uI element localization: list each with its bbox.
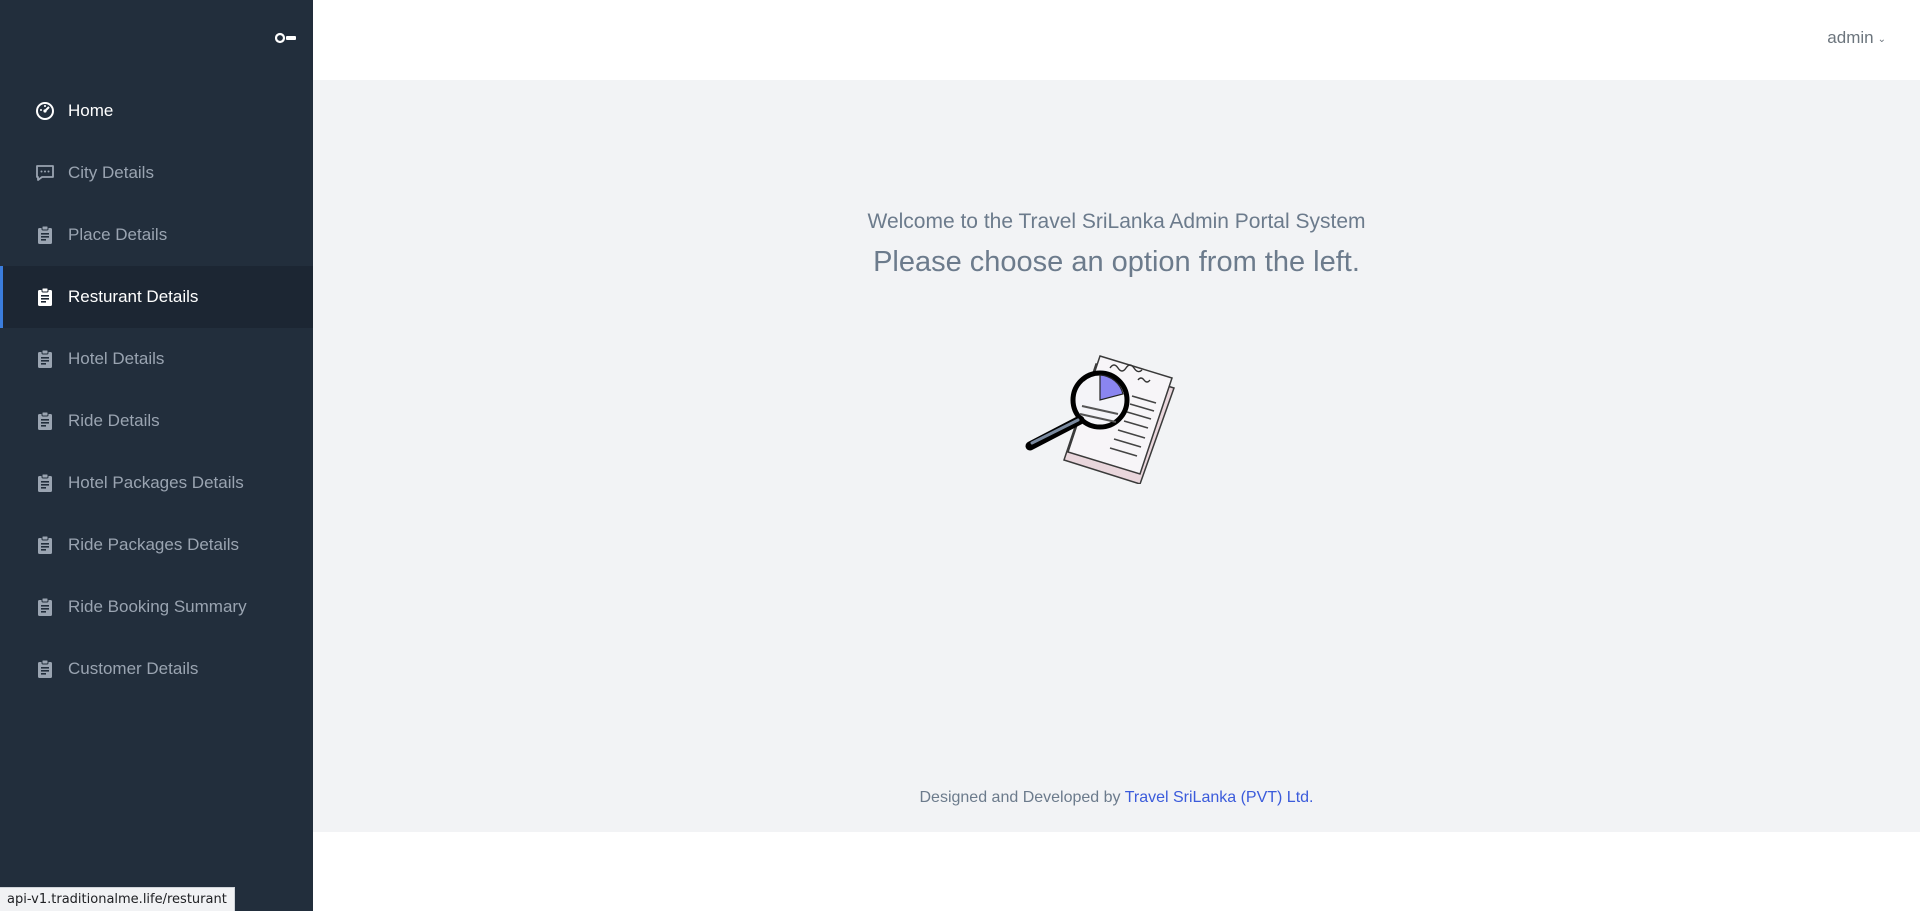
- sidebar-item-label: Hotel Packages Details: [68, 473, 244, 492]
- footer-credit: Designed and Developed by Travel SriLank…: [313, 789, 1920, 807]
- clipboard-icon: [34, 472, 56, 494]
- sidebar-item-city-details[interactable]: City Details: [0, 142, 313, 204]
- sidebar-item-label: Place Details: [68, 225, 168, 244]
- sidebar: Home City Details Place Details Resturan…: [0, 0, 313, 911]
- chevron-down-icon: ⌄: [1877, 33, 1886, 45]
- clipboard-icon: [34, 224, 56, 246]
- welcome-heading: Welcome to the Travel SriLanka Admin Por…: [867, 210, 1366, 233]
- sidebar-item-home[interactable]: Home: [0, 80, 313, 142]
- sidebar-item-label: Resturant Details: [68, 287, 199, 306]
- sidebar-item-label: Ride Packages Details: [68, 535, 240, 554]
- sidebar-item-label: City Details: [68, 163, 154, 182]
- sidebar-item-place-details[interactable]: Place Details: [0, 204, 313, 266]
- clipboard-icon: [34, 410, 56, 432]
- sidebar-item-hotel-details[interactable]: Hotel Details: [0, 328, 313, 390]
- sidebar-item-label: Home: [68, 101, 114, 120]
- sidebar-item-ride-booking-summary[interactable]: Ride Booking Summary: [0, 576, 313, 638]
- document-search-illustration: [1025, 355, 1175, 484]
- sidebar-item-hotel-packages-details[interactable]: Hotel Packages Details: [0, 452, 313, 514]
- sidebar-item-ride-details[interactable]: Ride Details: [0, 390, 313, 452]
- sidebar-item-label: Ride Booking Summary: [68, 597, 247, 616]
- browser-status-url: api-v1.traditionalme.life/resturant: [0, 887, 235, 911]
- user-name: admin: [1827, 28, 1874, 47]
- sidebar-item-ride-packages-details[interactable]: Ride Packages Details: [0, 514, 313, 576]
- main-content: Welcome to the Travel SriLanka Admin Por…: [313, 80, 1920, 832]
- instruction-text: Please choose an option from the left.: [873, 246, 1360, 278]
- sidebar-item-label: Customer Details: [68, 659, 199, 678]
- sidebar-item-customer-details[interactable]: Customer Details: [0, 638, 313, 700]
- sidebar-header: [0, 0, 313, 80]
- clipboard-icon: [34, 534, 56, 556]
- company-link[interactable]: Travel SriLanka (PVT) Ltd.: [1125, 789, 1314, 806]
- sidebar-nav: Home City Details Place Details Resturan…: [0, 80, 313, 700]
- user-menu-dropdown[interactable]: admin ⌄: [1827, 28, 1886, 48]
- sidebar-item-resturant-details[interactable]: Resturant Details: [0, 266, 313, 328]
- footer-prefix: Designed and Developed by: [919, 789, 1121, 806]
- clipboard-icon: [34, 348, 56, 370]
- clipboard-icon: [34, 286, 56, 308]
- sidebar-item-label: Hotel Details: [68, 349, 165, 368]
- toggle-switch-icon[interactable]: [275, 31, 297, 45]
- message-square-icon: [34, 162, 56, 184]
- clipboard-icon: [34, 658, 56, 680]
- top-navbar: admin ⌄: [313, 0, 1920, 80]
- sidebar-item-label: Ride Details: [68, 411, 160, 430]
- clipboard-icon: [34, 596, 56, 618]
- dashboard-icon: [34, 100, 56, 122]
